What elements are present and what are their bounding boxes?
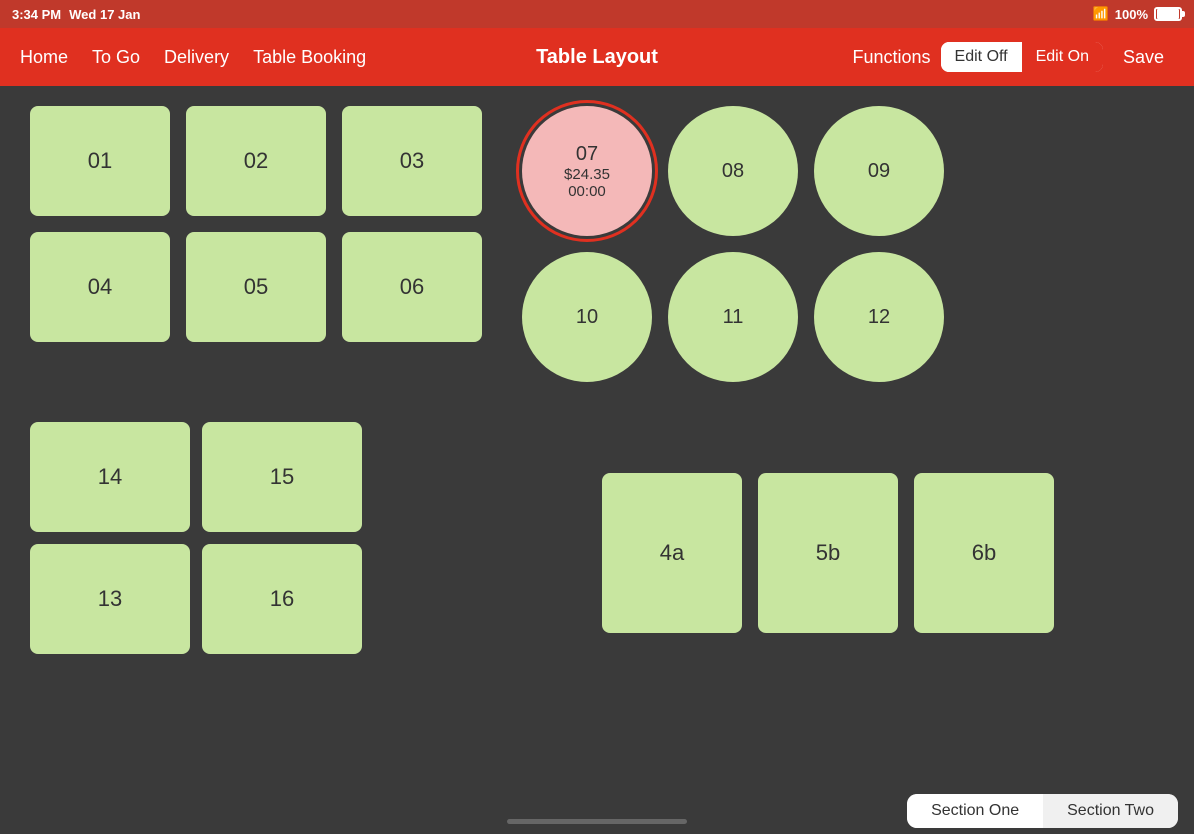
edit-on-button[interactable]: Edit On [1022, 42, 1103, 72]
bottom-tables: 14 15 13 16 4a 5b 6b [30, 422, 1164, 654]
table-15[interactable]: 15 [202, 422, 362, 532]
bottom-square-grid: 14 15 13 16 [30, 422, 362, 654]
nav-delivery[interactable]: Delivery [164, 47, 229, 68]
date: Wed 17 Jan [69, 7, 140, 22]
nav-table-booking[interactable]: Table Booking [253, 47, 366, 68]
time: 3:34 PM [12, 7, 61, 22]
table-6b[interactable]: 6b [914, 473, 1054, 633]
edit-off-button[interactable]: Edit Off [941, 42, 1022, 72]
square-tables-section: 01 02 03 04 05 06 [30, 106, 482, 382]
status-bar: 3:34 PM Wed 17 Jan 📶 100% [0, 0, 1194, 28]
scroll-indicator [507, 819, 687, 824]
section-one-tab[interactable]: Section One [907, 794, 1043, 828]
nav-to-go[interactable]: To Go [92, 47, 140, 68]
nav-home[interactable]: Home [20, 47, 68, 68]
table-04[interactable]: 04 [30, 232, 170, 342]
battery-label: 100% [1115, 7, 1148, 22]
table-09[interactable]: 09 [814, 106, 944, 236]
main-content: 01 02 03 04 05 06 07 $24.35 00:00 08 [0, 86, 1194, 790]
page-title: Table Layout [536, 46, 658, 69]
functions-label: Functions [853, 47, 931, 68]
save-button[interactable]: Save [1113, 41, 1174, 74]
table-10[interactable]: 10 [522, 252, 652, 382]
square-row-1: 01 02 03 [30, 106, 482, 216]
bottom-right-section: 4a 5b 6b [602, 452, 1054, 654]
table-01[interactable]: 01 [30, 106, 170, 216]
section-tabs: Section One Section Two [907, 794, 1178, 828]
bottom-left-section: 14 15 13 16 [30, 422, 362, 654]
status-bar-right: 📶 100% [1093, 6, 1182, 22]
table-5b[interactable]: 5b [758, 473, 898, 633]
nav-bar: Home To Go Delivery Table Booking Table … [0, 28, 1194, 86]
table-12[interactable]: 12 [814, 252, 944, 382]
square-row-2: 04 05 06 [30, 232, 482, 342]
wifi-icon: 📶 [1093, 6, 1109, 22]
table-layout: 01 02 03 04 05 06 07 $24.35 00:00 08 [30, 106, 1164, 382]
edit-button-group: Edit Off Edit On [941, 42, 1103, 72]
table-4a[interactable]: 4a [602, 473, 742, 633]
nav-links: Home To Go Delivery Table Booking [20, 47, 366, 68]
table-08[interactable]: 08 [668, 106, 798, 236]
section-two-tab[interactable]: Section Two [1043, 794, 1178, 828]
battery-icon [1154, 7, 1182, 21]
table-03[interactable]: 03 [342, 106, 482, 216]
bottom-bar: Section One Section Two [0, 790, 1194, 834]
table-13[interactable]: 13 [30, 544, 190, 654]
table-02[interactable]: 02 [186, 106, 326, 216]
status-bar-left: 3:34 PM Wed 17 Jan [12, 7, 140, 22]
table-05[interactable]: 05 [186, 232, 326, 342]
circle-row-1: 07 $24.35 00:00 08 09 [522, 106, 944, 236]
table-14[interactable]: 14 [30, 422, 190, 532]
round-tables-section: 07 $24.35 00:00 08 09 10 11 [522, 106, 944, 382]
circle-row-2: 10 11 12 [522, 252, 944, 382]
table-16[interactable]: 16 [202, 544, 362, 654]
table-11[interactable]: 11 [668, 252, 798, 382]
nav-right: Functions Edit Off Edit On Save [853, 41, 1175, 74]
table-06[interactable]: 06 [342, 232, 482, 342]
table-07[interactable]: 07 $24.35 00:00 [522, 106, 652, 236]
